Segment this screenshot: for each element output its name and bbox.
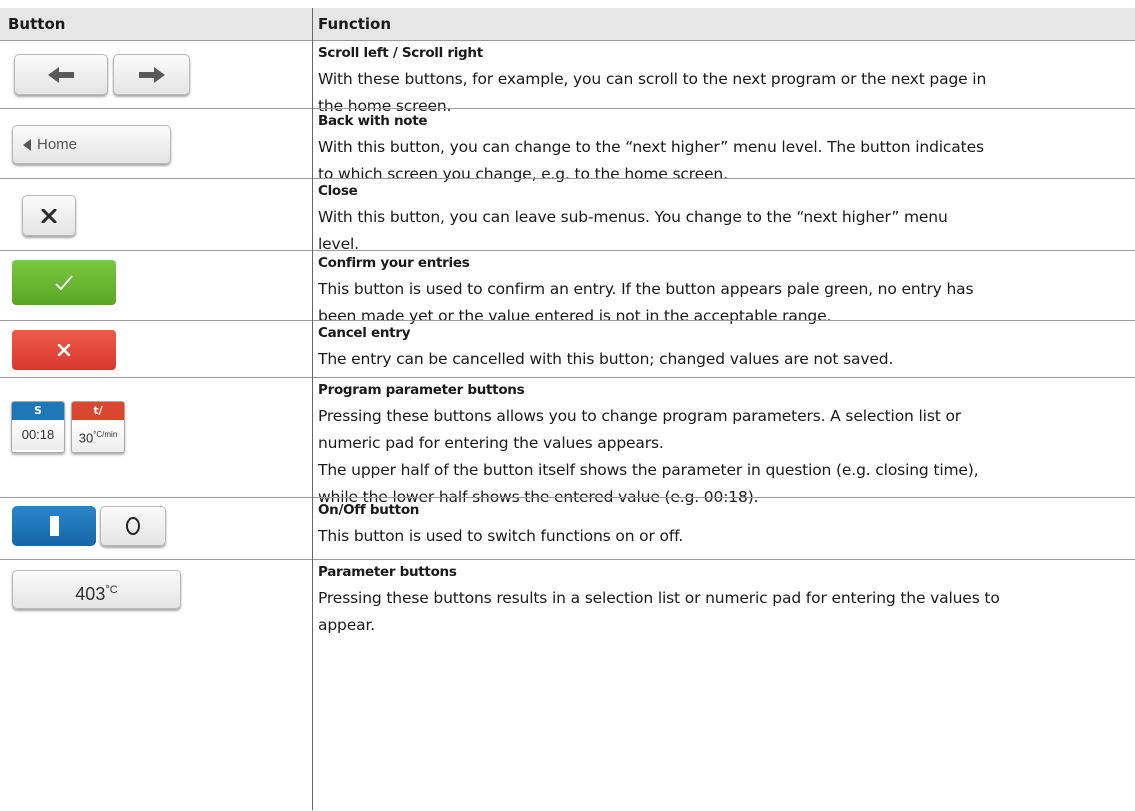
row-line: Pressing these buttons results in a sele… [318, 589, 1000, 607]
row-title: Cancel entry [318, 325, 411, 341]
row-line: With this button, you can leave sub-menu… [318, 208, 948, 226]
button-cell [0, 321, 312, 378]
button-cell [0, 41, 312, 109]
row-title: Confirm your entries [318, 255, 470, 271]
row-title: Scroll left / Scroll right [318, 45, 483, 61]
button-cell [0, 251, 312, 321]
table-row: On/Off button This button is used to swi… [0, 497, 1135, 560]
button-cell: S 00:18 t/ 30°C/min [0, 378, 312, 498]
param-t-label: t/ [72, 402, 124, 420]
table-row: S 00:18 t/ 30°C/min Program parameter bu… [0, 377, 1135, 506]
row-line: numeric pad for entering the values appe… [318, 434, 664, 452]
param-button-s[interactable]: S 00:18 [11, 401, 65, 453]
param-s-value: 00:18 [12, 420, 64, 450]
param-s-label: S [12, 402, 64, 420]
row-line: This button is used to confirm an entry.… [318, 280, 974, 298]
function-cell: Program parameter buttons Pressing these… [318, 378, 1131, 512]
function-cell: Cancel entry The entry can be cancelled … [318, 321, 1131, 374]
row-line: appear. [318, 616, 376, 634]
button-cell: Home [0, 109, 312, 179]
table-header: Button Function [0, 8, 1135, 40]
scroll-left-button[interactable] [14, 54, 108, 95]
row-title: On/Off button [318, 502, 420, 518]
on-button[interactable] [12, 506, 96, 546]
checkmark-icon [55, 275, 73, 291]
table-row: Home Back with note With this button, yo… [0, 108, 1135, 183]
home-back-button[interactable]: Home [12, 125, 171, 164]
cancel-x-icon [57, 344, 71, 356]
function-cell: On/Off button This button is used to swi… [318, 498, 1131, 551]
arrow-left-icon [48, 66, 74, 83]
function-cell: Back with note With this button, you can… [318, 109, 1131, 189]
param-t-value: 30 [78, 430, 94, 446]
function-cell: Confirm your entries This button is used… [318, 251, 1131, 331]
row-line: The entry can be cancelled with this but… [318, 350, 894, 368]
table-row: 403°C Parameter buttons Pressing these b… [0, 559, 1135, 811]
table-row: Confirm your entries This button is used… [0, 250, 1135, 325]
row-title: Program parameter buttons [318, 382, 525, 398]
cancel-button[interactable] [12, 330, 116, 370]
scroll-right-button[interactable] [113, 54, 190, 95]
function-cell: Parameter buttons Pressing these buttons… [318, 560, 1131, 640]
off-circle-icon [126, 517, 140, 535]
param-t-unit: °C/min [93, 430, 118, 439]
button-cell: 403°C [0, 560, 312, 811]
off-button[interactable] [100, 506, 166, 546]
on-bar-icon [50, 516, 59, 536]
button-cell [0, 179, 312, 251]
column-divider [312, 8, 313, 810]
row-title: Parameter buttons [318, 564, 457, 580]
function-cell: Close With this button, you can leave su… [318, 179, 1131, 259]
temperature-value: 403 [75, 584, 106, 604]
row-line: With this button, you can change to the … [318, 138, 984, 156]
table-row: Close With this button, you can leave su… [0, 178, 1135, 253]
arrow-right-icon [138, 66, 165, 83]
row-line: This button is used to switch functions … [318, 527, 684, 545]
row-line: With these buttons, for example, you can… [318, 70, 987, 88]
confirm-button[interactable] [12, 260, 116, 305]
row-line: Pressing these buttons allows you to cha… [318, 407, 962, 425]
row-title: Back with note [318, 113, 428, 129]
triangle-left-icon [23, 139, 31, 151]
close-icon [41, 208, 57, 223]
close-button[interactable] [22, 195, 76, 236]
temperature-display: 403°C [13, 571, 180, 613]
row-title: Close [318, 183, 358, 199]
header-function: Function [318, 15, 392, 33]
temperature-parameter-button[interactable]: 403°C [12, 570, 181, 609]
table-row: Cancel entry The entry can be cancelled … [0, 320, 1135, 378]
param-button-t[interactable]: t/ 30°C/min [71, 401, 125, 453]
row-line: The upper half of the button itself show… [318, 461, 979, 479]
param-t-value-wrap: 30°C/min [72, 420, 124, 452]
header-button: Button [8, 15, 66, 33]
temperature-unit: °C [105, 584, 118, 596]
table-row: Scroll left / Scroll right With these bu… [0, 40, 1135, 115]
home-button-label: Home [37, 136, 78, 153]
button-cell [0, 498, 312, 560]
